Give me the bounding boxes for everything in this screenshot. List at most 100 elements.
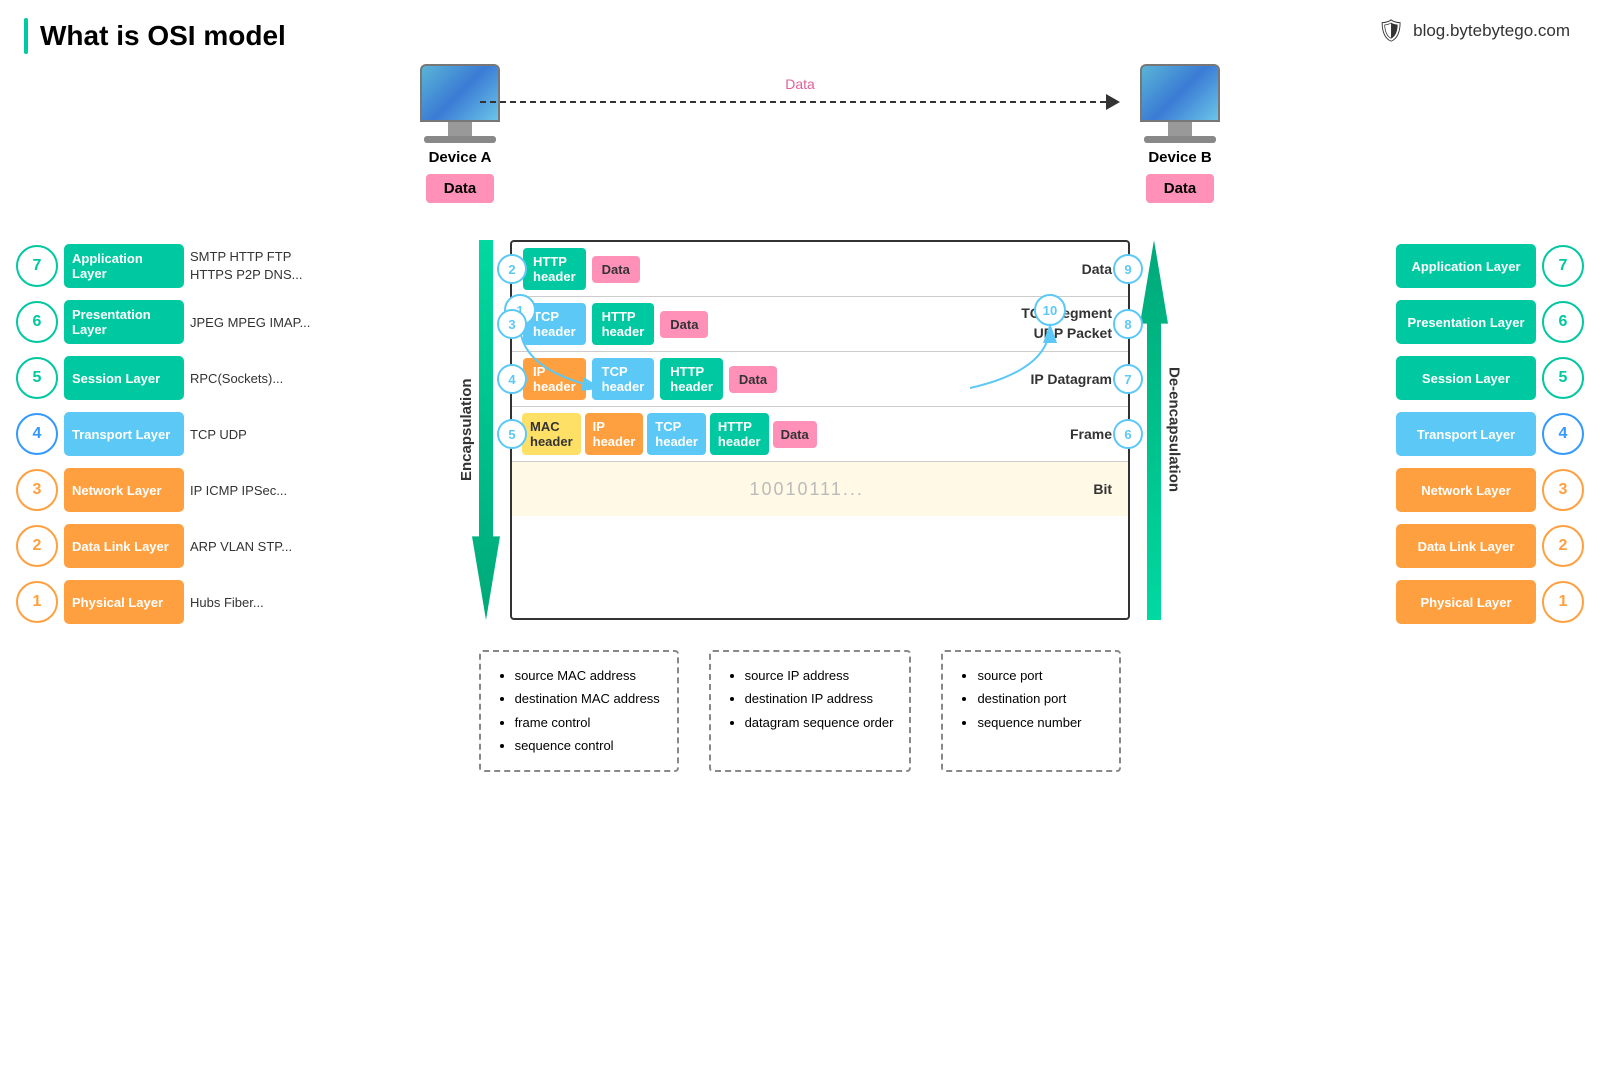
packet-row-ip: 4 IPheader TCPheader HTTPheader Data IP … (512, 352, 1128, 407)
osi-box-4-left: Transport Layer (64, 412, 184, 456)
note-item-2-1: source IP address (745, 664, 894, 687)
osi-protocol-6-left: JPEG MPEG IMAP... (190, 315, 310, 330)
packet-table: 2 HTTPheader Data Data 9 3 TCPheader HTT… (510, 240, 1130, 620)
main-content: 7 Application Layer SMTP HTTP FTPHTTPS P… (0, 240, 1600, 628)
cell-tcp-header-4: TCPheader (647, 413, 706, 455)
cell-http-header-1: HTTPheader (523, 248, 586, 290)
device-b-label: Device B (1148, 149, 1211, 166)
osi-list-left: 7 Application Layer SMTP HTTP FTPHTTPS P… (10, 240, 330, 628)
osi-list-right: 7 Application Layer 6 Presentation Layer… (1310, 240, 1590, 628)
osi-item-3-left: 3 Network Layer IP ICMP IPSec... (16, 464, 330, 516)
osi-item-3-right: 3 Network Layer (1310, 464, 1584, 516)
osi-item-1-right: 1 Physical Layer (1310, 576, 1584, 628)
osi-item-2-left: 2 Data Link Layer ARP VLAN STP... (16, 520, 330, 572)
osi-box-3-left: Network Layer (64, 468, 184, 512)
step-2: 2 (497, 254, 527, 284)
arrow-data-label: Data (777, 76, 823, 92)
note-item-3-3: sequence number (977, 711, 1103, 734)
page-title-bar: What is OSI model (0, 0, 1600, 54)
osi-protocol-1-left: Hubs Fiber... (190, 595, 264, 610)
osi-circle-7-right: 7 (1542, 245, 1584, 287)
note-item-3-2: destination port (977, 687, 1103, 710)
packet-row-data: 2 HTTPheader Data Data 9 (512, 242, 1128, 297)
osi-box-4-right: Transport Layer (1396, 412, 1536, 456)
osi-circle-1-left: 1 (16, 581, 58, 623)
osi-circle-7-left: 7 (16, 245, 58, 287)
cell-mac-header-4: MACheader (522, 413, 581, 455)
note-item-1-4: sequence control (515, 734, 661, 757)
osi-box-5-left: Session Layer (64, 356, 184, 400)
cell-http-header-4: HTTPheader (710, 413, 769, 455)
center-diagram: Encapsulation 2 HTTPheader Data Data 9 (430, 240, 1210, 620)
title-accent-bar (24, 18, 28, 54)
osi-box-1-left: Physical Layer (64, 580, 184, 624)
deencapsulation-side: De-encapsulation (1138, 240, 1210, 620)
stand-a (448, 122, 472, 136)
brand-icon: 🛡 (1377, 18, 1405, 44)
osi-protocol-3-left: IP ICMP IPSec... (190, 483, 287, 498)
osi-item-2-right: 2 Data Link Layer (1310, 520, 1584, 572)
cell-http-header-3: HTTPheader (660, 358, 723, 400)
osi-protocol-2-left: ARP VLAN STP... (190, 539, 292, 554)
note-list-2: source IP address destination IP address… (727, 664, 894, 734)
devices-row: Device A Data Data Device B Data (0, 54, 1600, 234)
osi-box-3-right: Network Layer (1396, 468, 1536, 512)
note-item-1-1: source MAC address (515, 664, 661, 687)
row-label-2: TCP SegmentUDP Packet (1021, 304, 1120, 343)
cell-ip-header-3: IPheader (523, 358, 586, 400)
osi-circle-4-left: 4 (16, 413, 58, 455)
cell-http-header-2: HTTPheader (592, 303, 655, 345)
osi-circle-6-left: 6 (16, 301, 58, 343)
osi-circle-1-right: 1 (1542, 581, 1584, 623)
packet-row-tcp: 3 TCPheader HTTPheader Data TCP SegmentU… (512, 297, 1128, 352)
note-item-1-3: frame control (515, 711, 661, 734)
base-a (424, 136, 496, 143)
encap-deencap-row: Encapsulation 2 HTTPheader Data Data 9 (430, 240, 1210, 620)
osi-circle-3-left: 3 (16, 469, 58, 511)
row-label-3: IP Datagram (1031, 371, 1120, 387)
encapsulation-side: Encapsulation (430, 240, 502, 620)
osi-circle-5-left: 5 (16, 357, 58, 399)
note-item-3-1: source port (977, 664, 1103, 687)
note-box-2: source IP address destination IP address… (709, 650, 912, 772)
cell-tcp-header-2: TCPheader (523, 303, 586, 345)
osi-box-2-left: Data Link Layer (64, 524, 184, 568)
step-9: 9 (1113, 254, 1143, 284)
osi-item-1-left: 1 Physical Layer Hubs Fiber... (16, 576, 330, 628)
osi-box-7-left: Application Layer (64, 244, 184, 288)
base-b (1144, 136, 1216, 143)
deencap-arrow (1138, 240, 1170, 620)
row-label-bit: Bit (1093, 481, 1120, 497)
cell-data-2: Data (660, 311, 708, 338)
step-6: 6 (1113, 419, 1143, 449)
osi-box-5-right: Session Layer (1396, 356, 1536, 400)
osi-protocol-5-left: RPC(Sockets)... (190, 371, 283, 386)
note-item-2-3: datagram sequence order (745, 711, 894, 734)
osi-item-7-left: 7 Application Layer SMTP HTTP FTPHTTPS P… (16, 240, 330, 292)
step-7: 7 (1113, 364, 1143, 394)
osi-protocol-4-left: TCP UDP (190, 427, 247, 442)
monitor-a (420, 64, 500, 122)
cell-data-1: Data (592, 256, 640, 283)
device-b-data-badge: Data (1146, 174, 1215, 203)
step-5: 5 (497, 419, 527, 449)
osi-box-2-right: Data Link Layer (1396, 524, 1536, 568)
osi-circle-5-right: 5 (1542, 357, 1584, 399)
data-arrow: Data (480, 94, 1120, 110)
note-item-2-2: destination IP address (745, 687, 894, 710)
cell-tcp-header-3: TCPheader (592, 358, 655, 400)
note-box-1: source MAC address destination MAC addre… (479, 650, 679, 772)
packet-row-bit: 10010111... Bit (512, 462, 1128, 516)
osi-item-7-right: 7 Application Layer (1310, 240, 1584, 292)
bottom-notes: source MAC address destination MAC addre… (0, 650, 1600, 772)
brand-area: 🛡 blog.bytebytego.com (1377, 18, 1570, 44)
cell-data-4: Data (773, 421, 817, 448)
osi-box-6-left: Presentation Layer (64, 300, 184, 344)
step-3: 3 (497, 309, 527, 339)
osi-circle-2-right: 2 (1542, 525, 1584, 567)
monitor-b (1140, 64, 1220, 122)
note-box-3: source port destination port sequence nu… (941, 650, 1121, 772)
note-item-1-2: destination MAC address (515, 687, 661, 710)
device-a-data-badge: Data (426, 174, 495, 203)
osi-item-4-right: 4 Transport Layer (1310, 408, 1584, 460)
